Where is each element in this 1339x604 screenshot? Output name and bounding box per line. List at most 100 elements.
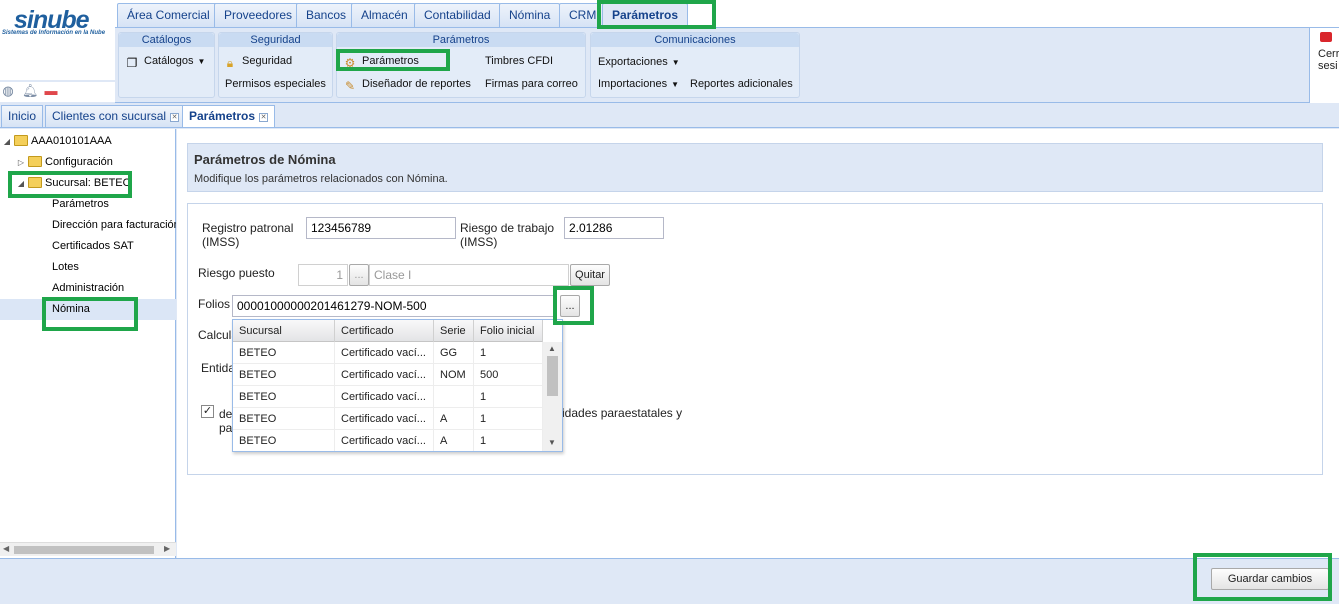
group-comunicaciones: Comunicaciones Exportaciones ▼ Importacio… <box>590 32 800 98</box>
collapse-icon[interactable]: ◢ <box>2 131 12 152</box>
registro-label: Registro patronal (IMSS) <box>202 221 294 249</box>
registro-patronal-input[interactable]: 123456789 <box>306 217 456 239</box>
tree-item-nomina[interactable]: Nómina <box>0 299 176 320</box>
page-title: Parámetros de Nómina <box>194 152 336 167</box>
riesgo-trabajo-input[interactable]: 2.01286 <box>564 217 664 239</box>
tree-item-certificados[interactable]: Certificados SAT <box>52 236 134 257</box>
grid-scrollbar[interactable]: ▲ ▼ <box>543 342 562 451</box>
tree-node-root[interactable]: ◢ AAA010101AAA <box>2 131 112 152</box>
riesgo-puesto-number[interactable]: 1 <box>298 264 348 286</box>
tree-item-direccion[interactable]: Dirección para facturación <box>52 215 176 236</box>
logout-button[interactable]: Cerr sesi <box>1309 28 1339 103</box>
tab-nomina[interactable]: Nómina <box>499 3 561 27</box>
caret-down-icon: ▼ <box>671 80 680 89</box>
footer-bar: Guardar cambios <box>0 558 1339 604</box>
scroll-down-icon[interactable]: ▼ <box>548 438 556 447</box>
col-sucursal[interactable]: Sucursal <box>233 320 335 342</box>
seguridad-button[interactable]: 🔒︎ Seguridad <box>223 52 292 70</box>
disenador-reportes-button[interactable]: ✎ Diseñador de reportes <box>343 75 471 93</box>
tab-crm[interactable]: CRM <box>559 3 607 27</box>
riesgo-label: Riesgo de trabajo (IMSS) <box>460 221 555 249</box>
group-title: Comunicaciones <box>591 33 799 47</box>
tab-inicio[interactable]: Inicio <box>1 105 44 127</box>
grid-header: Sucursal Certificado Serie Folio inicial <box>233 320 543 342</box>
tree-node-configuracion[interactable]: ▷ Configuración <box>16 152 113 173</box>
folder-icon <box>28 156 42 167</box>
close-icon[interactable]: ✕ <box>170 113 180 122</box>
scroll-up-icon[interactable]: ▲ <box>548 344 556 353</box>
importaciones-menu[interactable]: Importaciones ▼ <box>598 75 679 93</box>
exportaciones-menu[interactable]: Exportaciones ▼ <box>598 53 680 71</box>
tab-almacen[interactable]: Almacén <box>351 3 418 27</box>
tree-scrollbar[interactable]: ◀ ▶ <box>0 542 176 556</box>
col-serie[interactable]: Serie <box>434 320 474 342</box>
group-catalogos: Catálogos ❐ Catálogos ▼ <box>118 32 215 98</box>
quick-icons: ◍ 🔔︎ ▬ <box>0 82 115 102</box>
col-folio-inicial[interactable]: Folio inicial <box>474 320 543 342</box>
tree-item-administracion[interactable]: Administración <box>52 278 124 299</box>
bell-icon[interactable]: 🔔︎ <box>22 84 39 98</box>
scroll-thumb[interactable] <box>14 546 154 554</box>
tab-parametros-page[interactable]: Parámetros ✕ <box>182 105 276 127</box>
group-seguridad: Seguridad 🔒︎ Seguridad Permisos especiale… <box>218 32 333 98</box>
tree-item-parametros[interactable]: Parámetros <box>52 194 109 215</box>
scroll-thumb[interactable] <box>547 356 558 396</box>
chat-icon[interactable]: ▬ <box>44 84 58 98</box>
entidad-check-text: de pa <box>219 407 233 435</box>
scroll-left-icon[interactable]: ◀ <box>3 544 9 553</box>
catalog-icon: ❐ <box>126 56 138 70</box>
entidad-label: Entida <box>201 361 236 375</box>
folios-lookup-button[interactable]: ... <box>560 295 580 317</box>
entidad-check-text-right: idades paraestatales y <box>562 406 683 420</box>
table-row[interactable]: BETEO Certificado vací... NOM 500 <box>233 364 543 386</box>
close-icon[interactable]: ✕ <box>259 113 269 122</box>
collapse-icon[interactable]: ◢ <box>16 173 26 194</box>
tree-item-lotes[interactable]: Lotes <box>52 257 79 278</box>
timbres-cfdi-button[interactable]: Timbres CFDI <box>485 52 553 70</box>
group-parametros: Parámetros ⚙ Parámetros Timbres CFDI ✎ Dis… <box>336 32 586 98</box>
globe-icon[interactable]: ◍ <box>1 84 15 98</box>
col-certificado[interactable]: Certificado <box>335 320 434 342</box>
logout-icon <box>1320 32 1332 42</box>
tree-node-sucursal[interactable]: ◢ Sucursal: BETEO <box>16 173 131 194</box>
table-row[interactable]: BETEO Certificado vací... A 1 <box>233 408 543 430</box>
caret-down-icon: ▼ <box>197 57 206 66</box>
entidad-checkbox[interactable]: ✓ <box>201 405 214 418</box>
tab-parametros[interactable]: Parámetros <box>602 3 689 27</box>
table-row[interactable]: BETEO Certificado vací... GG 1 <box>233 342 543 364</box>
permisos-especiales-button[interactable]: Permisos especiales <box>225 75 326 93</box>
quitar-button[interactable]: Quitar <box>570 264 610 286</box>
scroll-right-icon[interactable]: ▶ <box>164 544 170 553</box>
riesgo-puesto-lookup-button[interactable]: ... <box>349 264 369 286</box>
folios-label: Folios <box>198 297 231 311</box>
lock-icon: 🔒︎ <box>226 56 234 70</box>
tab-contabilidad[interactable]: Contabilidad <box>414 3 501 27</box>
pencil-icon: ✎ <box>344 79 356 93</box>
gear-icon: ⚙ <box>344 56 356 70</box>
group-title: Parámetros <box>337 33 585 47</box>
expand-icon[interactable]: ▷ <box>16 152 26 173</box>
table-row[interactable]: BETEO Certificado vací... 1 <box>233 386 543 408</box>
riesgo-puesto-clase[interactable]: Clase I <box>369 264 569 286</box>
parametros-button[interactable]: ⚙ Parámetros <box>343 52 419 70</box>
module-tabs: Área Comercial Proveedores Bancos Almacé… <box>115 0 1339 28</box>
firmas-correo-button[interactable]: Firmas para correo <box>485 75 578 93</box>
riesgo-puesto-label: Riesgo puesto <box>198 266 275 280</box>
tab-clientes-sucursal[interactable]: Clientes con sucursal ✕ <box>45 105 187 127</box>
logo-tagline: Sistemas de Información en la Nube <box>2 30 106 36</box>
reportes-adicionales-button[interactable]: Reportes adicionales <box>690 75 793 93</box>
tab-bancos[interactable]: Bancos <box>296 3 357 27</box>
group-title: Seguridad <box>219 33 332 47</box>
folios-input[interactable]: 00001000000201461279-NOM-500 <box>232 295 557 317</box>
table-row[interactable]: BETEO Certificado vací... A 1 <box>233 430 543 451</box>
ribbon: Catálogos ❐ Catálogos ▼ Seguridad 🔒︎ Seguri… <box>115 28 1339 103</box>
catalogos-menu[interactable]: ❐ Catálogos ▼ <box>125 52 206 70</box>
folios-dropdown-grid: Sucursal Certificado Serie Folio inicial… <box>232 319 563 452</box>
app-logo: sinube Sistemas de Información en la Nub… <box>0 0 115 80</box>
page-tabs: Inicio Clientes con sucursal ✕ Parámetros… <box>0 103 1339 128</box>
tab-area-comercial[interactable]: Área Comercial <box>117 3 220 27</box>
panel-header: Parámetros de Nómina Modifique los parám… <box>187 143 1323 192</box>
group-title: Catálogos <box>119 33 214 47</box>
guardar-cambios-button[interactable]: Guardar cambios <box>1211 568 1329 590</box>
tab-proveedores[interactable]: Proveedores <box>214 3 303 27</box>
